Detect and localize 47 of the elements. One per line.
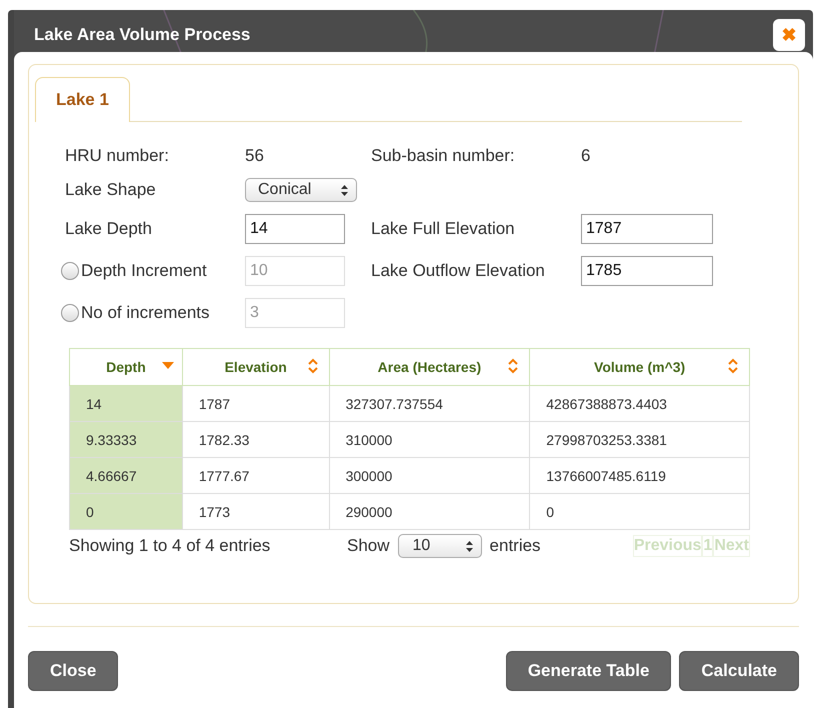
table-cell: 310000 bbox=[329, 422, 530, 458]
table-cell: 1782.33 bbox=[182, 422, 330, 458]
field-value: 6 bbox=[581, 146, 592, 166]
field-label: HRU number: bbox=[65, 146, 170, 166]
table-cell: 1787 bbox=[182, 386, 330, 422]
field-label: Lake Shape bbox=[65, 180, 157, 200]
table-cell: 0 bbox=[70, 494, 182, 530]
table-cell: 290000 bbox=[329, 494, 530, 530]
field-label: Sub-basin number: bbox=[371, 146, 516, 166]
table-cell: 42867388873.4403 bbox=[530, 386, 750, 422]
table-cell: 300000 bbox=[329, 458, 530, 494]
column-header[interactable]: Depth bbox=[70, 348, 182, 386]
show-label: Show bbox=[347, 536, 390, 556]
field-value: 56 bbox=[245, 146, 265, 166]
updown-icon bbox=[341, 184, 348, 196]
input-field[interactable]: 14 bbox=[245, 214, 345, 244]
table-cell: 1773 bbox=[182, 494, 330, 530]
tab[interactable]: Lake 1 bbox=[35, 77, 130, 122]
updown-icon bbox=[466, 540, 473, 552]
column-header[interactable]: Volume (m^3) bbox=[530, 348, 750, 386]
shape-dropdown[interactable]: Conical bbox=[245, 178, 357, 202]
action-button[interactable]: Generate Table bbox=[506, 651, 672, 691]
page-size-dropdown[interactable]: 10 bbox=[398, 534, 482, 558]
entries-label: entries bbox=[490, 536, 542, 556]
table-cell: 9.33333 bbox=[70, 422, 182, 458]
sort-descending-icon bbox=[162, 362, 174, 370]
table-cell: 14 bbox=[70, 386, 182, 422]
action-button[interactable]: Calculate bbox=[679, 651, 799, 691]
table-cell: 327307.737554 bbox=[329, 386, 530, 422]
column-header[interactable]: Area (Hectares) bbox=[329, 348, 530, 386]
sort-icon bbox=[306, 358, 319, 374]
action-button[interactable]: Close bbox=[28, 651, 118, 691]
field-label: Lake Outflow Elevation bbox=[371, 261, 546, 281]
table-cell: 27998703253.3381 bbox=[530, 422, 750, 458]
window-title: Lake Area Volume Process bbox=[34, 25, 252, 45]
table-cell: 0 bbox=[530, 494, 750, 530]
table-cell: 1777.67 bbox=[182, 458, 330, 494]
input-field[interactable]: 1785 bbox=[581, 256, 713, 286]
column-header[interactable]: Elevation bbox=[182, 348, 330, 386]
sort-icon bbox=[507, 358, 520, 374]
field-label: Lake Full Elevation bbox=[371, 219, 516, 239]
sort-icon bbox=[727, 358, 739, 374]
field-label: Lake Depth bbox=[65, 219, 153, 239]
input-field[interactable]: 1787 bbox=[581, 214, 713, 244]
table-cell: 13766007485.6119 bbox=[530, 458, 750, 494]
table-cell: 4.66667 bbox=[70, 458, 182, 494]
table-info: Showing 1 to 4 of 4 entries bbox=[69, 536, 272, 556]
